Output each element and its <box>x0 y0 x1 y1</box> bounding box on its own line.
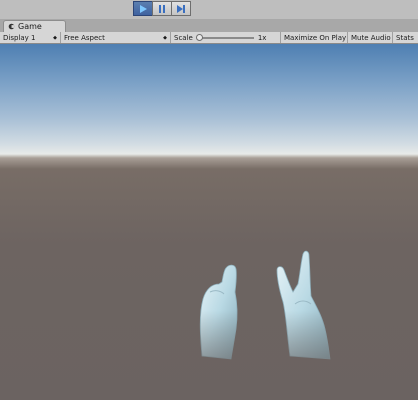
pause-icon <box>159 4 165 13</box>
hands-render <box>199 250 331 360</box>
scale-slider[interactable] <box>195 33 254 41</box>
step-icon <box>177 4 185 13</box>
stats-toggle[interactable]: Stats <box>393 32 418 43</box>
scale-label: Scale <box>174 33 193 42</box>
aspect-label: Free Aspect <box>64 33 105 42</box>
game-view-toolbar: Display 1 ◆ Free Aspect ◆ Scale 1x Maxim… <box>0 32 418 44</box>
play-icon <box>140 4 147 13</box>
scale-value: 1x <box>257 33 267 42</box>
display-label: Display 1 <box>3 33 36 42</box>
top-toolbar <box>0 0 418 19</box>
dropdown-arrow-icon: ◆ <box>163 34 167 41</box>
game-view-icon <box>8 23 15 30</box>
scale-slider-knob[interactable] <box>195 33 203 41</box>
scale-control: Scale 1x <box>171 32 281 43</box>
right-hand <box>276 250 331 360</box>
left-hand <box>199 264 238 360</box>
mute-audio-toggle[interactable]: Mute Audio <box>348 32 393 43</box>
aspect-dropdown[interactable]: Free Aspect ◆ <box>61 32 171 43</box>
stats-label: Stats <box>396 33 414 42</box>
step-button[interactable] <box>171 1 191 16</box>
maximize-label: Maximize On Play <box>284 33 347 42</box>
mute-label: Mute Audio <box>351 33 391 42</box>
tab-title: Game <box>18 22 42 31</box>
dropdown-arrow-icon: ◆ <box>53 34 57 41</box>
tab-game[interactable]: Game <box>3 20 66 32</box>
game-viewport[interactable] <box>0 44 418 400</box>
play-button[interactable] <box>133 1 153 16</box>
display-dropdown[interactable]: Display 1 ◆ <box>0 32 61 43</box>
playback-controls <box>133 1 191 17</box>
pause-button[interactable] <box>152 1 172 16</box>
tab-strip: Game <box>0 19 418 32</box>
maximize-on-play-toggle[interactable]: Maximize On Play <box>281 32 348 43</box>
